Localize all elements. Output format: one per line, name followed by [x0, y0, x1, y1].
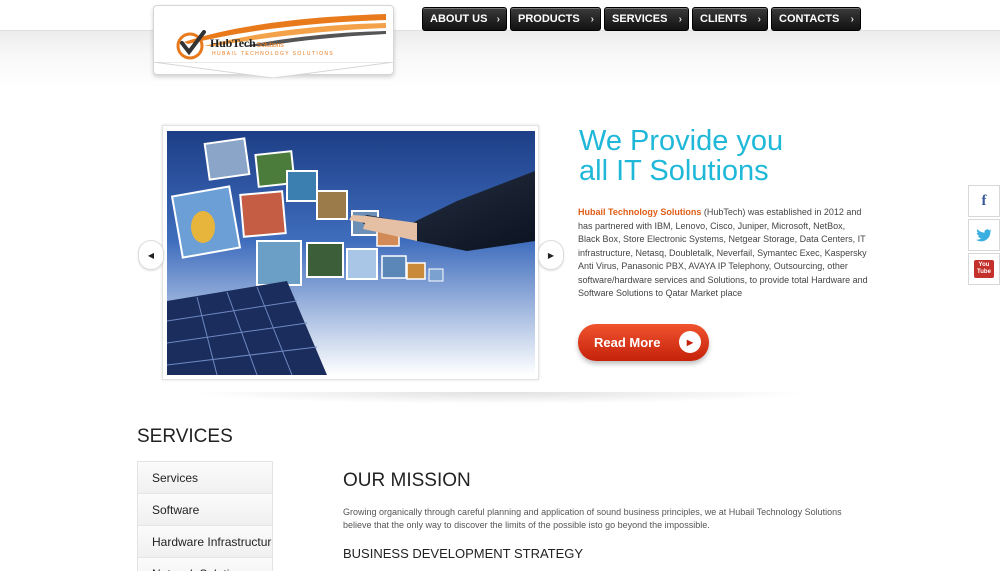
main-nav: ABOUT US › PRODUCTS › SERVICES › CLIENTS… — [422, 7, 861, 31]
nav-clients[interactable]: CLIENTS › — [692, 7, 768, 31]
nav-products[interactable]: PRODUCTS › — [510, 7, 601, 31]
slider-prev-button[interactable]: ◀ — [138, 240, 164, 270]
hero-title-line-1: We Provide you — [579, 125, 784, 157]
hero-body-text: (HubTech) was established in 2012 and ha… — [578, 207, 868, 298]
chevron-right-icon: › — [757, 13, 761, 25]
nav-contacts-label: CONTACTS — [779, 13, 840, 25]
hero-title-line-2: all IT Solutions — [579, 155, 769, 187]
nav-services-label: SERVICES — [612, 13, 668, 25]
nav-contacts[interactable]: CONTACTS › — [771, 7, 861, 31]
services-heading: SERVICES — [137, 426, 233, 447]
logo-title: HubTechSolutions — [210, 36, 284, 51]
nav-clients-label: CLIENTS — [700, 13, 748, 25]
logo-tagline: HUBAIL TECHNOLOGY SOLUTIONS — [212, 51, 335, 57]
chevron-right-icon: › — [590, 13, 594, 25]
logo-checkmark-icon — [176, 30, 206, 60]
logo-name: HubTech — [210, 36, 256, 50]
facebook-button[interactable]: f — [968, 185, 1000, 217]
slider-image-graphic — [167, 131, 535, 375]
youtube-icon-top: You — [978, 262, 990, 268]
hero-description: Hubail Technology Solutions (HubTech) wa… — [578, 206, 868, 301]
chevron-right-icon: › — [496, 13, 500, 25]
nav-products-label: PRODUCTS — [518, 13, 580, 25]
page: HubTechSolutions HUBAIL TECHNOLOGY SOLUT… — [0, 0, 1000, 571]
chevron-right-icon: › — [678, 13, 682, 25]
header-band — [0, 30, 1000, 88]
triangle-right-icon: ▶ — [547, 250, 555, 260]
nav-about-us[interactable]: ABOUT US › — [422, 7, 507, 31]
triangle-left-icon: ◀ — [147, 250, 155, 260]
section-divider — [185, 392, 815, 404]
services-menu: Services Software Hardware Infrastructur… — [137, 461, 273, 571]
youtube-button[interactable]: You Tube — [968, 253, 1000, 285]
slider-next-button[interactable]: ▶ — [538, 240, 564, 270]
play-arrow-icon: ▶ — [679, 331, 701, 353]
strategy-title: BUSINESS DEVELOPMENT STRATEGY — [343, 546, 584, 561]
twitter-button[interactable] — [968, 219, 1000, 251]
social-bar: f You Tube — [968, 185, 1000, 287]
services-menu-item-software[interactable]: Software — [138, 494, 272, 526]
services-menu-item-services[interactable]: Services — [138, 462, 272, 494]
slider-image — [167, 131, 535, 375]
twitter-bird-icon — [976, 228, 992, 241]
services-menu-item-network[interactable]: Network Solutions — [138, 558, 272, 571]
facebook-icon: f — [981, 192, 987, 209]
chevron-right-icon: › — [850, 13, 854, 25]
read-more-button[interactable]: Read More ▶ — [578, 324, 709, 361]
services-menu-item-hardware[interactable]: Hardware Infrastructure — [138, 526, 272, 558]
mission-title: OUR MISSION — [343, 470, 471, 491]
logo-suffix: Solutions — [256, 42, 284, 49]
nav-services[interactable]: SERVICES › — [604, 7, 689, 31]
hero-brand-name: Hubail Technology Solutions — [578, 207, 702, 217]
hero-slider — [162, 125, 539, 380]
youtube-icon-bottom: Tube — [977, 269, 991, 275]
mission-text: Growing organically through careful plan… — [343, 507, 842, 530]
youtube-icon: You Tube — [974, 260, 994, 278]
nav-about-us-label: ABOUT US — [430, 13, 488, 25]
read-more-label: Read More — [594, 335, 661, 350]
hero-title: We Provide you all IT Solutions — [579, 126, 879, 186]
logo-point — [153, 62, 394, 78]
